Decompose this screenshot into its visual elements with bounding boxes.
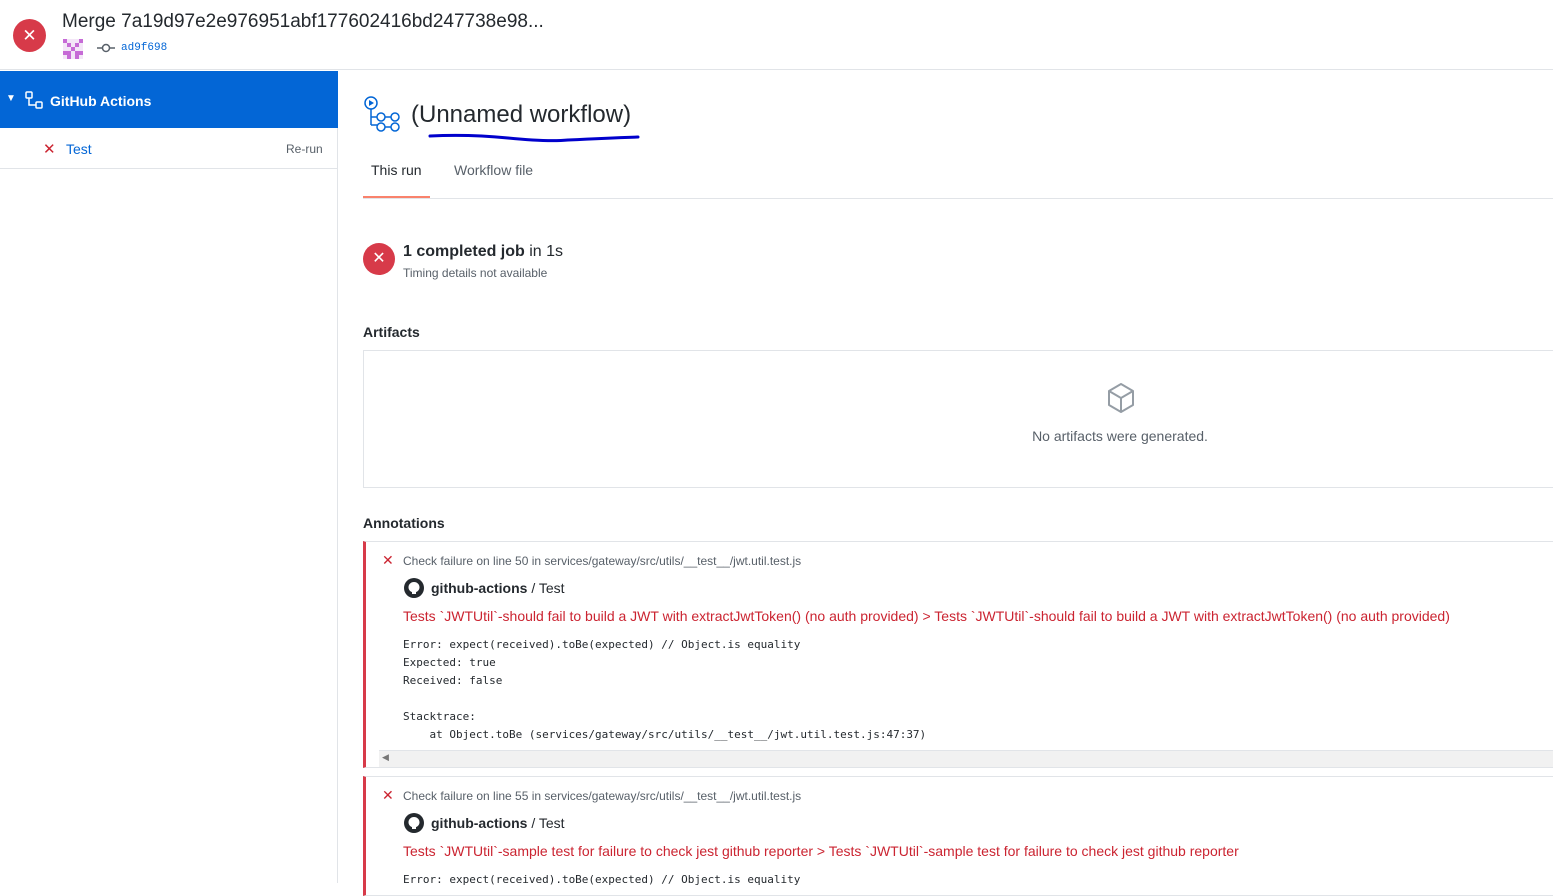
failure-x-icon: ✕ xyxy=(43,141,56,158)
user-avatar[interactable] xyxy=(63,39,83,59)
annotation-title: Tests `JWTUtil`-should fail to build a J… xyxy=(403,608,1450,624)
rerun-button[interactable]: Re-run xyxy=(286,142,323,156)
annotation-source: github-actions / Test xyxy=(431,815,565,831)
annotation-source-app: github-actions xyxy=(431,815,528,831)
active-tab-indicator xyxy=(363,196,430,198)
timing-details: Timing details not available xyxy=(403,266,548,280)
tab-workflow-file[interactable]: Workflow file xyxy=(454,162,533,178)
artifacts-panel: No artifacts were generated. xyxy=(363,350,1553,488)
no-artifacts-message: No artifacts were generated. xyxy=(1032,428,1208,444)
annotation-item: ✕ Check failure on line 55 in services/g… xyxy=(363,776,1553,896)
run-tabs: This run Workflow file xyxy=(363,150,1553,199)
sidebar-workflow-name: GitHub Actions xyxy=(50,93,152,109)
sidebar: ▼ GitHub Actions ✕ Test Re-run xyxy=(0,71,338,883)
annotation-underline-mark xyxy=(428,133,640,143)
annotation-source: github-actions / Test xyxy=(431,580,565,596)
sidebar-job-test[interactable]: ✕ Test Re-run xyxy=(0,128,338,169)
annotation-message: Error: expect(received).toBe(expected) /… xyxy=(403,638,927,741)
run-header: ✕ Merge 7a19d97e2e976951abf177602416bd24… xyxy=(0,0,1553,70)
workflow-icon xyxy=(25,91,43,109)
tab-this-run[interactable]: This run xyxy=(371,162,422,178)
github-actions-avatar-icon xyxy=(404,578,424,598)
commit-sha-link[interactable]: ad9f698 xyxy=(121,42,167,54)
completed-jobs-count: 1 completed job xyxy=(403,243,525,260)
scroll-left-arrow-icon[interactable]: ◀ xyxy=(382,752,389,763)
annotations-heading: Annotations xyxy=(363,515,445,531)
annotation-location[interactable]: Check failure on line 55 in services/gat… xyxy=(403,789,801,803)
git-commit-icon xyxy=(97,43,115,53)
github-actions-avatar-icon xyxy=(404,813,424,833)
annotation-source-job: / Test xyxy=(527,815,565,831)
annotation-item: ✕ Check failure on line 50 in services/g… xyxy=(363,541,1553,768)
annotation-title: Tests `JWTUtil`-sample test for failure … xyxy=(403,843,1239,859)
caret-down-icon: ▼ xyxy=(6,93,16,104)
run-duration: in 1s xyxy=(524,243,564,260)
annotation-message: Error: expect(received).toBe(expected) /… xyxy=(403,873,801,886)
annotation-source-app: github-actions xyxy=(431,580,528,596)
sidebar-workflow-header[interactable]: ▼ GitHub Actions xyxy=(0,71,338,128)
sidebar-job-name[interactable]: Test xyxy=(66,141,92,157)
package-icon xyxy=(1108,383,1134,413)
artifacts-heading: Artifacts xyxy=(363,324,420,340)
commit-title[interactable]: Merge 7a19d97e2e976951abf177602416bd2477… xyxy=(62,11,544,33)
run-summary: 1 completed job in 1s xyxy=(403,243,563,261)
failure-x-icon: ✕ xyxy=(382,552,394,568)
workflow-graph-icon xyxy=(364,96,400,132)
failure-status-icon: ✕ xyxy=(363,243,395,275)
annotation-location[interactable]: Check failure on line 50 in services/gat… xyxy=(403,554,801,568)
failure-x-icon: ✕ xyxy=(382,787,394,803)
annotation-source-job: / Test xyxy=(527,580,565,596)
workflow-title: (Unnamed workflow) xyxy=(411,101,632,128)
failure-status-icon: ✕ xyxy=(13,19,46,52)
horizontal-scrollbar[interactable]: ◀ xyxy=(379,750,1553,767)
